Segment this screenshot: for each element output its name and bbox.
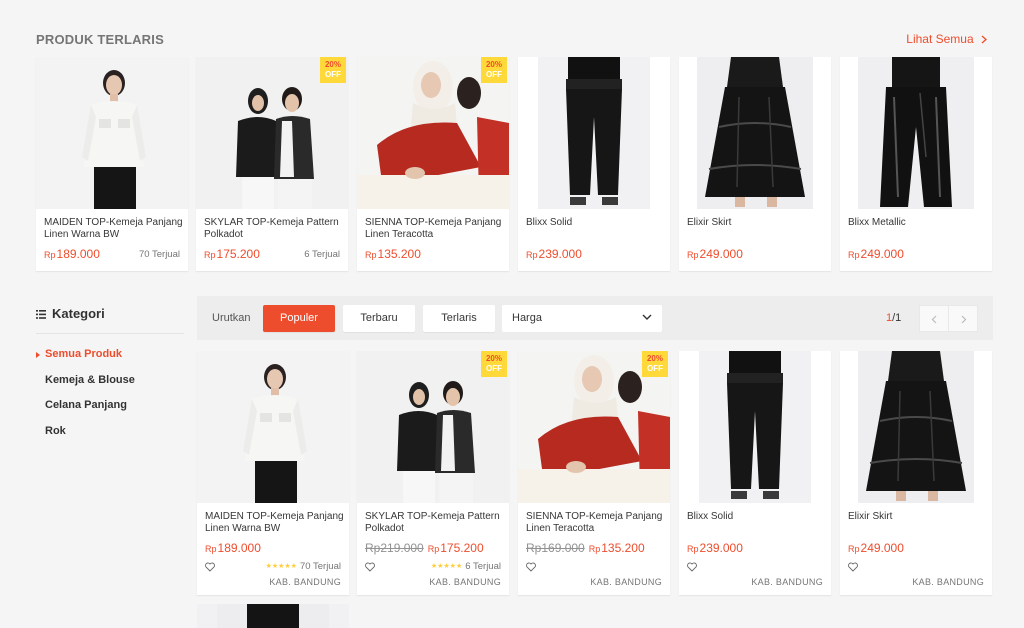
heart-icon[interactable] [526, 562, 536, 572]
shop-location: KAB. BANDUNG [269, 577, 341, 587]
product-card[interactable] [197, 604, 349, 628]
category-title: Kategori [36, 306, 184, 334]
product-image [197, 351, 349, 503]
bestseller-card[interactable]: Blixx Solid Rp239.000 [518, 57, 670, 271]
rating-sold: ★★★★★ 6 Terjual [430, 561, 501, 572]
chevron-down-icon [642, 314, 652, 320]
heart-icon[interactable] [205, 562, 215, 572]
product-card[interactable]: 20% OFF SKYLAR TOP-Kemeja Pattern Polkado… [357, 351, 509, 595]
product-name: Elixir Skirt [687, 217, 732, 228]
product-image [840, 57, 992, 209]
chevron-right-icon [981, 35, 987, 44]
shop-location: KAB. BANDUNG [751, 577, 823, 587]
sort-label: Urutkan [212, 312, 251, 324]
see-all-label: Lihat Semua [906, 32, 974, 46]
product-image [679, 351, 831, 503]
product-card[interactable]: Blixx Solid Rp239.000 KAB. BANDUNG [679, 351, 831, 595]
bestseller-card[interactable]: Elixir Skirt Rp249.000 [679, 57, 831, 271]
sold-count: 6 Terjual [304, 249, 340, 260]
product-card[interactable]: MAIDEN TOP-Kemeja Panjang Linen Warna BW… [197, 351, 349, 595]
product-price: Rp239.000 [526, 247, 582, 261]
prev-page-button[interactable] [919, 305, 949, 332]
bestseller-card[interactable]: Blixx Metallic Rp249.000 [840, 57, 992, 271]
chevron-left-icon [931, 315, 937, 324]
category-item-kemeja-blouse[interactable]: Kemeja & Blouse [36, 373, 184, 399]
product-card[interactable]: 20% OFF SIENNA TOP-Kemeja Panjang Linen T… [518, 351, 670, 595]
product-card[interactable]: Elixir Skirt Rp249.000 KAB. BANDUNG [840, 351, 992, 595]
category-item-celana-panjang[interactable]: Celana Panjang [36, 398, 184, 424]
sold-count: 70 Terjual [138, 249, 180, 260]
product-name: Blixx Metallic [848, 217, 906, 228]
sort-bar: Urutkan Populer Terbaru Terlaris Harga 1… [197, 296, 993, 340]
star-icon: ★★★★★ [430, 563, 463, 570]
product-price: Rp135.200 [365, 247, 421, 261]
category-item-semua-produk[interactable]: Semua Produk [36, 347, 184, 373]
product-name: SIENNA TOP-Kemeja Panjang Linen Teracott… [365, 217, 502, 240]
bestseller-header: PRODUK TERLARIS Lihat Semua [36, 32, 988, 48]
product-name: Blixx Solid [526, 217, 573, 228]
product-name: MAIDEN TOP-Kemeja Panjang Linen Warna BW [205, 511, 344, 534]
price-select-label: Harga [512, 312, 542, 324]
bestseller-card[interactable]: 20% OFF SKYLAR TOP-Kemeja Pattern Polkado… [196, 57, 348, 271]
sort-terlaris-button[interactable]: Terlaris [423, 305, 495, 332]
original-price: Rp169.000 [526, 541, 585, 555]
product-image [197, 604, 349, 628]
product-image [679, 57, 831, 209]
category-item-rok[interactable]: Rok [36, 424, 184, 450]
bestseller-card[interactable]: 20% OFF SIENNA TOP-Kemeja Panjang Linen T… [357, 57, 509, 271]
chevron-right-icon [961, 315, 967, 324]
next-page-button[interactable] [948, 305, 978, 332]
heart-icon[interactable] [687, 562, 697, 572]
product-price: Rp175.200 [204, 247, 260, 261]
heart-icon[interactable] [365, 562, 375, 572]
product-name: Elixir Skirt [848, 511, 893, 522]
shop-location: KAB. BANDUNG [912, 577, 984, 587]
product-name: Blixx Solid [687, 511, 734, 522]
shop-location: KAB. BANDUNG [590, 577, 662, 587]
product-name: SKYLAR TOP-Kemeja Pattern Polkadot [365, 511, 500, 534]
discount-badge: 20% OFF [320, 57, 346, 83]
category-sidebar: Kategori Semua Produk Kemeja & Blouse Ce… [36, 306, 184, 449]
category-list: Semua Produk Kemeja & Blouse Celana Panj… [36, 347, 184, 449]
rating-sold: ★★★★★ 70 Terjual [265, 561, 341, 572]
product-price: Rp189.000 [205, 541, 261, 555]
discount-badge: 20% OFF [642, 351, 668, 377]
page-indicator: 1/1 [886, 312, 902, 324]
product-price: Rp239.000 [687, 541, 743, 555]
product-price: Rp249.000 [687, 247, 743, 261]
see-all-link[interactable]: Lihat Semua [906, 32, 988, 46]
section-title: PRODUK TERLARIS [36, 32, 164, 47]
product-name: SKYLAR TOP-Kemeja Pattern Polkadot [204, 217, 339, 240]
discount-badge: 20% OFF [481, 57, 507, 83]
product-name: SIENNA TOP-Kemeja Panjang Linen Teracott… [526, 511, 663, 534]
heart-icon[interactable] [848, 562, 858, 572]
product-price: Rp249.000 [848, 247, 904, 261]
star-icon: ★★★★★ [265, 563, 297, 570]
sort-populer-button[interactable]: Populer [263, 305, 335, 332]
product-price: Rp219.000 Rp175.200 [365, 541, 484, 555]
product-image [840, 351, 992, 503]
product-price: Rp249.000 [848, 541, 904, 555]
product-image [518, 57, 670, 209]
price-sort-select[interactable]: Harga [502, 305, 662, 332]
list-icon [36, 310, 46, 319]
product-price: Rp189.000 [44, 247, 100, 261]
product-name: MAIDEN TOP-Kemeja Panjang Linen Warna BW [44, 217, 183, 240]
product-price: Rp169.000 Rp135.200 [526, 541, 645, 555]
product-image [36, 57, 188, 209]
bestseller-card[interactable]: MAIDEN TOP-Kemeja Panjang Linen Warna BW… [36, 57, 188, 271]
sort-terbaru-button[interactable]: Terbaru [343, 305, 415, 332]
discount-badge: 20% OFF [481, 351, 507, 377]
shop-location: KAB. BANDUNG [429, 577, 501, 587]
original-price: Rp219.000 [365, 541, 424, 555]
